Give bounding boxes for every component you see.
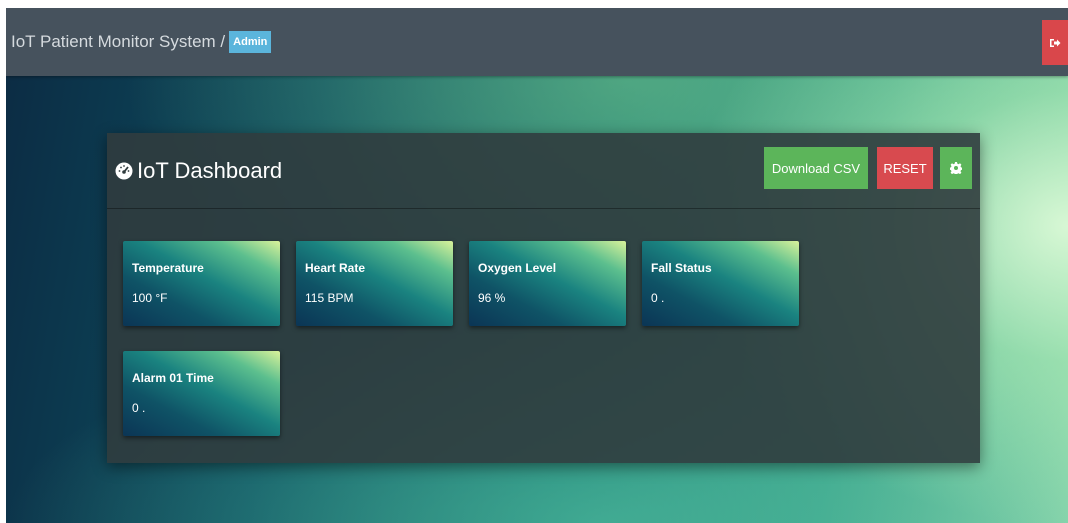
alarm-time-card: Alarm 01 Time 0 . xyxy=(123,351,280,436)
screen: IoT Patient Monitor System / Admin IoT D… xyxy=(0,0,1068,523)
panel-header: IoT Dashboard Download CSV RESET xyxy=(107,133,980,209)
card-label: Oxygen Level xyxy=(478,261,557,275)
card-value: 0 . xyxy=(651,291,665,305)
card-value: 115 BPM xyxy=(305,291,354,305)
dashboard-gauge-icon xyxy=(115,162,133,180)
dashboard-title: IoT Dashboard xyxy=(137,158,283,183)
fall-status-card: Fall Status 0 . xyxy=(642,241,799,326)
card-label: Fall Status xyxy=(651,261,712,275)
browser-viewport: IoT Patient Monitor System / Admin IoT D… xyxy=(6,8,1068,523)
sign-out-icon xyxy=(1050,38,1061,47)
app-title[interactable]: IoT Patient Monitor System / xyxy=(11,32,225,52)
navbar-brand: IoT Patient Monitor System / Admin xyxy=(11,31,272,53)
card-label: Alarm 01 Time xyxy=(132,371,214,385)
admin-badge[interactable]: Admin xyxy=(229,31,272,53)
temperature-card: Temperature 100 °F xyxy=(123,241,280,326)
settings-button[interactable] xyxy=(940,147,972,189)
heart-rate-card: Heart Rate 115 BPM xyxy=(296,241,453,326)
panel-title: IoT Dashboard xyxy=(115,158,282,184)
gear-icon xyxy=(950,162,962,174)
download-csv-button[interactable]: Download CSV xyxy=(764,147,868,189)
oxygen-level-card: Oxygen Level 96 % xyxy=(469,241,626,326)
reset-button[interactable]: RESET xyxy=(877,147,933,189)
dashboard-panel: IoT Dashboard Download CSV RESET Tempera… xyxy=(107,133,980,463)
card-label: Temperature xyxy=(132,261,204,275)
card-value: 0 . xyxy=(132,401,146,415)
card-value: 96 % xyxy=(478,291,506,305)
card-label: Heart Rate xyxy=(305,261,366,275)
logout-button[interactable] xyxy=(1042,20,1068,65)
top-navbar: IoT Patient Monitor System / Admin xyxy=(6,8,1068,76)
card-value: 100 °F xyxy=(132,291,168,305)
